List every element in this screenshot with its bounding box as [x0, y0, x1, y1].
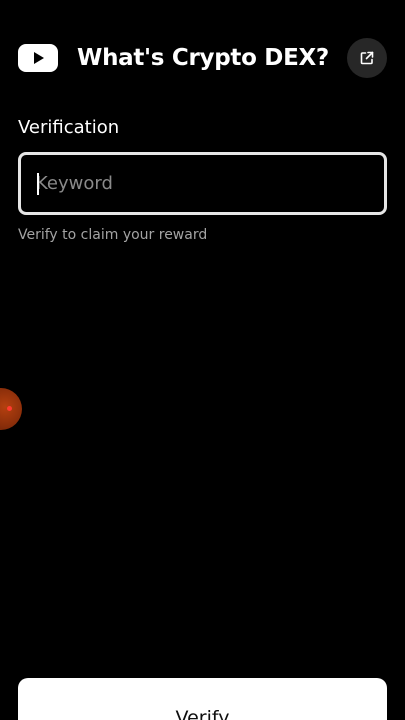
verification-label: Verification	[18, 117, 120, 138]
youtube-logo-icon	[18, 44, 58, 72]
header: What's Crypto DEX?	[18, 37, 387, 79]
page-title: What's Crypto DEX?	[77, 45, 329, 71]
floating-assistant-bubble-icon[interactable]	[0, 388, 22, 430]
text-caret	[37, 173, 39, 195]
open-external-button[interactable]	[347, 38, 387, 78]
notification-dot	[7, 406, 12, 411]
keyword-input[interactable]	[21, 155, 384, 212]
external-link-icon	[360, 51, 374, 65]
verify-button[interactable]: Verify	[18, 678, 387, 720]
keyword-input-container	[18, 152, 387, 215]
verification-screen: What's Crypto DEX? Verification Verify t…	[0, 0, 405, 720]
helper-text: Verify to claim your reward	[18, 227, 208, 243]
